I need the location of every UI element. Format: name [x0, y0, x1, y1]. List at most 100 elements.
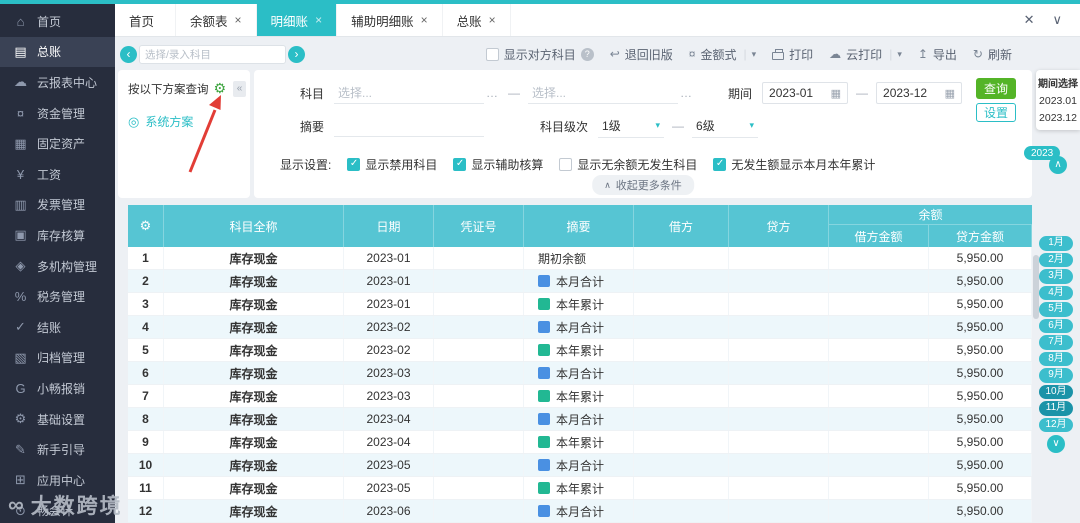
print-button[interactable]: 打印: [772, 46, 813, 63]
chevron-down-icon[interactable]: ▾: [752, 49, 757, 60]
row-balance-credit: 5,950.00: [929, 339, 1032, 361]
subject-from-input[interactable]: [334, 82, 485, 104]
tab-close-icon[interactable]: ×: [315, 13, 322, 27]
period-start-value[interactable]: 2023.01: [1037, 95, 1079, 107]
month-pill[interactable]: 3月: [1039, 269, 1073, 284]
amount-format-button[interactable]: ¤ 金额式 | ▾: [689, 46, 756, 63]
level-to-select[interactable]: 6级 ▾: [692, 114, 759, 138]
prev-subject-button[interactable]: ‹: [120, 46, 137, 63]
table-body: 1 库存现金 2023-01 期初余额 5,950.00 2 库存现金 2023…: [128, 247, 1032, 523]
tab-close-icon[interactable]: ×: [235, 13, 242, 27]
month-pill[interactable]: 12月: [1039, 417, 1073, 432]
table-row[interactable]: 7 库存现金 2023-03 本年累计 5,950.00: [128, 385, 1032, 408]
tab[interactable]: 余额表 ×: [176, 4, 257, 36]
sidebar-item[interactable]: ☁ 云报表中心: [0, 67, 115, 98]
period-to-picker[interactable]: 2023-12 ▦: [876, 82, 963, 104]
close-icon[interactable]: ✕: [1024, 12, 1035, 28]
month-pill[interactable]: 2月: [1039, 252, 1073, 267]
sidebar-item[interactable]: ⚙ 基础设置: [0, 404, 115, 435]
chevron-down-icon[interactable]: ▾: [897, 49, 902, 60]
subject-search-input[interactable]: [139, 45, 286, 64]
level-from-select[interactable]: 1级 ▾: [598, 114, 665, 138]
month-pill[interactable]: 1月: [1039, 236, 1073, 251]
table-row[interactable]: 6 库存现金 2023-03 本月合计 5,950.00: [128, 362, 1032, 385]
settings-button[interactable]: 设置: [976, 103, 1016, 122]
checkbox-icon[interactable]: [453, 158, 467, 171]
scroll-up-button[interactable]: ∧: [1049, 156, 1067, 174]
sidebar-item[interactable]: ▥ 发票管理: [0, 190, 115, 221]
table-row[interactable]: 5 库存现金 2023-02 本年累计 5,950.00: [128, 339, 1032, 362]
cloud-print-button[interactable]: ☁ 云打印 | ▾: [829, 46, 902, 63]
collapse-more-conditions-button[interactable]: ∧ 收起更多条件: [592, 175, 694, 195]
sidebar-item[interactable]: ⊙ 畅会计: [0, 496, 115, 523]
sidebar-item[interactable]: ⊞ 应用中心: [0, 465, 115, 496]
chevron-down-icon[interactable]: ∨: [1052, 12, 1062, 28]
table-row[interactable]: 9 库存现金 2023-04 本年累计 5,950.00: [128, 431, 1032, 454]
tab[interactable]: 首页: [115, 4, 177, 36]
sidebar-item[interactable]: ✎ 新手引导: [0, 434, 115, 465]
show-month-year-totals-checkbox[interactable]: 无发生额显示本月本年累计: [713, 156, 875, 173]
checkbox-icon[interactable]: [713, 158, 727, 171]
scroll-down-button[interactable]: ∨: [1047, 435, 1065, 453]
month-pill[interactable]: 9月: [1039, 368, 1073, 383]
table-row[interactable]: 11 库存现金 2023-05 本年累计 5,950.00: [128, 477, 1032, 500]
system-scheme-item[interactable]: ◎ 系统方案: [128, 113, 250, 130]
row-subject: 库存现金: [164, 500, 344, 522]
sidebar-item[interactable]: % 税务管理: [0, 281, 115, 312]
table-row[interactable]: 10 库存现金 2023-05 本月合计 5,950.00: [128, 454, 1032, 477]
table-row[interactable]: 12 库存现金 2023-06 本月合计 5,950.00: [128, 500, 1032, 523]
help-icon[interactable]: ?: [580, 47, 594, 61]
tab[interactable]: 明细账 ×: [256, 4, 338, 36]
month-pill[interactable]: 8月: [1039, 351, 1073, 366]
sidebar-item[interactable]: ✓ 结账: [0, 312, 115, 343]
sidebar-item-label: 库存核算: [37, 228, 86, 243]
next-subject-button[interactable]: ›: [288, 46, 305, 63]
collapse-panel-button[interactable]: «: [233, 80, 246, 97]
export-button[interactable]: ↥ 导出: [918, 46, 957, 63]
sidebar-item[interactable]: ◈ 多机构管理: [0, 251, 115, 282]
month-pill[interactable]: 7月: [1039, 335, 1073, 350]
table-row[interactable]: 2 库存现金 2023-01 本月合计 5,950.00: [128, 270, 1032, 293]
show-zero-balance-checkbox[interactable]: 显示无余额无发生科目: [559, 156, 697, 173]
column-settings-gear-icon[interactable]: ⚙: [140, 218, 152, 234]
checkbox-icon[interactable]: [347, 158, 361, 171]
subject-filter-label: 科目: [300, 86, 325, 101]
sidebar-item[interactable]: ▣ 库存核算: [0, 220, 115, 251]
table-row[interactable]: 3 库存现金 2023-01 本年累计 5,950.00: [128, 293, 1032, 316]
show-opposite-subject-checkbox[interactable]: 显示对方科目 ?: [485, 46, 594, 63]
refresh-button[interactable]: ↻ 刷新: [973, 46, 1012, 63]
table-row[interactable]: 4 库存现金 2023-02 本月合计 5,950.00: [128, 316, 1032, 339]
tab-close-icon[interactable]: ×: [489, 13, 496, 27]
summary-input[interactable]: [334, 115, 485, 137]
show-disabled-subjects-checkbox[interactable]: 显示禁用科目: [347, 156, 437, 173]
checkbox-icon[interactable]: [485, 47, 499, 61]
tab[interactable]: 总账 ×: [443, 4, 511, 36]
more-subject-to-button[interactable]: …: [680, 86, 692, 100]
sidebar-item[interactable]: ¤ 资金管理: [0, 98, 115, 129]
sidebar-item[interactable]: ⌂ 首页: [0, 6, 115, 37]
subject-to-input[interactable]: [528, 82, 679, 104]
month-pill[interactable]: 10月: [1039, 384, 1073, 399]
month-pill[interactable]: 4月: [1039, 285, 1073, 300]
period-from-picker[interactable]: 2023-01 ▦: [762, 82, 849, 104]
table-row[interactable]: 8 库存现金 2023-04 本月合计 5,950.00: [128, 408, 1032, 431]
scheme-settings-gear-icon[interactable]: ⚙: [214, 80, 227, 97]
sidebar-item[interactable]: ¥ 工资: [0, 159, 115, 190]
tab-close-icon[interactable]: ×: [421, 13, 428, 27]
more-subject-from-button[interactable]: …: [486, 86, 498, 100]
query-button[interactable]: 查询: [976, 78, 1016, 99]
checkbox-icon[interactable]: [559, 158, 573, 171]
period-end-value[interactable]: 2023.12: [1037, 112, 1079, 124]
table-row[interactable]: 1 库存现金 2023-01 期初余额 5,950.00: [128, 247, 1032, 270]
tab[interactable]: 辅助明细账 ×: [337, 4, 443, 36]
return-old-version-button[interactable]: ↩ 退回旧版: [610, 46, 673, 63]
month-pill[interactable]: 5月: [1039, 302, 1073, 317]
month-pill[interactable]: 6月: [1039, 318, 1073, 333]
sidebar-item[interactable]: ▧ 归档管理: [0, 343, 115, 374]
month-pill[interactable]: 11月: [1039, 401, 1073, 416]
sidebar-item[interactable]: G 小畅报销: [0, 373, 115, 404]
show-auxiliary-accounting-checkbox[interactable]: 显示辅助核算: [453, 156, 543, 173]
sidebar-item[interactable]: ▦ 固定资产: [0, 128, 115, 159]
sidebar-item[interactable]: ▤ 总账: [0, 36, 115, 68]
row-summary: 本月合计: [524, 316, 634, 338]
